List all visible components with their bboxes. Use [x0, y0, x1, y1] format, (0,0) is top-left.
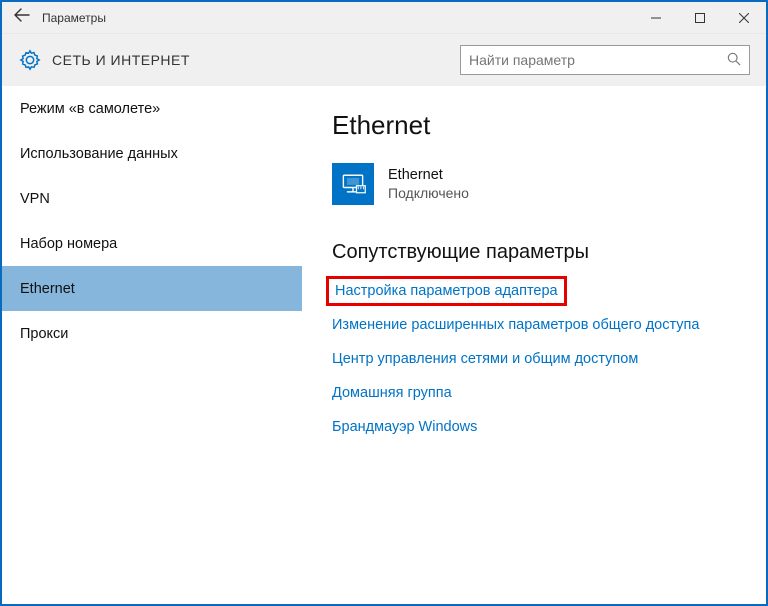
- related-link-row: Изменение расширенных параметров общего …: [332, 316, 742, 334]
- sidebar-item-3[interactable]: Набор номера: [2, 221, 302, 266]
- maximize-icon: [695, 13, 705, 23]
- page-heading: Ethernet: [332, 110, 742, 141]
- close-button[interactable]: [722, 2, 766, 34]
- header: СЕТЬ И ИНТЕРНЕТ: [2, 34, 766, 86]
- minimize-button[interactable]: [634, 2, 678, 34]
- related-link-2[interactable]: Центр управления сетями и общим доступом: [332, 351, 638, 367]
- related-link-3[interactable]: Домашняя группа: [332, 385, 452, 401]
- back-button[interactable]: [2, 7, 42, 28]
- close-icon: [739, 13, 749, 23]
- sidebar-item-2[interactable]: VPN: [2, 176, 302, 221]
- related-link-1[interactable]: Изменение расширенных параметров общего …: [332, 317, 699, 333]
- sidebar-item-1[interactable]: Использование данных: [2, 131, 302, 176]
- related-link-row: Домашняя группа: [332, 384, 742, 402]
- category-title: СЕТЬ И ИНТЕРНЕТ: [52, 52, 460, 68]
- related-link-row: Центр управления сетями и общим доступом: [332, 350, 742, 368]
- related-heading: Сопутствующие параметры: [332, 241, 742, 264]
- gear-icon: [18, 48, 42, 72]
- sidebar-item-label: VPN: [20, 191, 50, 207]
- related-link-4[interactable]: Брандмауэр Windows: [332, 419, 477, 435]
- related-link-row: Настройка параметров адаптера: [332, 282, 742, 300]
- minimize-icon: [651, 13, 661, 23]
- connection-name: Ethernet: [388, 167, 469, 183]
- sidebar-item-0[interactable]: Режим «в самолете»: [2, 86, 302, 131]
- ethernet-icon: [332, 163, 374, 205]
- search-input[interactable]: [469, 52, 727, 68]
- sidebar-item-label: Режим «в самолете»: [20, 101, 160, 117]
- body: Режим «в самолете» Использование данных VP…: [2, 86, 766, 604]
- connection-status: Подключено: [388, 185, 469, 201]
- search-icon: [727, 52, 741, 69]
- sidebar: Режим «в самолете» Использование данных VP…: [2, 86, 302, 604]
- sidebar-item-label: Ethernet: [20, 281, 75, 297]
- maximize-button[interactable]: [678, 2, 722, 34]
- search-box[interactable]: [460, 45, 750, 75]
- sidebar-item-label: Прокси: [20, 326, 68, 342]
- connection-text: Ethernet Подключено: [388, 167, 469, 201]
- related-link-0[interactable]: Настройка параметров адаптера: [326, 276, 567, 306]
- sidebar-item-4[interactable]: Ethernet: [2, 266, 302, 311]
- sidebar-item-label: Использование данных: [20, 146, 178, 162]
- sidebar-item-label: Набор номера: [20, 236, 117, 252]
- titlebar: Параметры: [2, 2, 766, 34]
- back-arrow-icon: [14, 7, 30, 23]
- main-panel: Ethernet Ethernet Подключено Сопутст: [302, 86, 766, 604]
- connection-row[interactable]: Ethernet Подключено: [332, 163, 742, 205]
- sidebar-item-5[interactable]: Прокси: [2, 311, 302, 356]
- related-link-row: Брандмауэр Windows: [332, 418, 742, 436]
- window-title: Параметры: [42, 11, 634, 25]
